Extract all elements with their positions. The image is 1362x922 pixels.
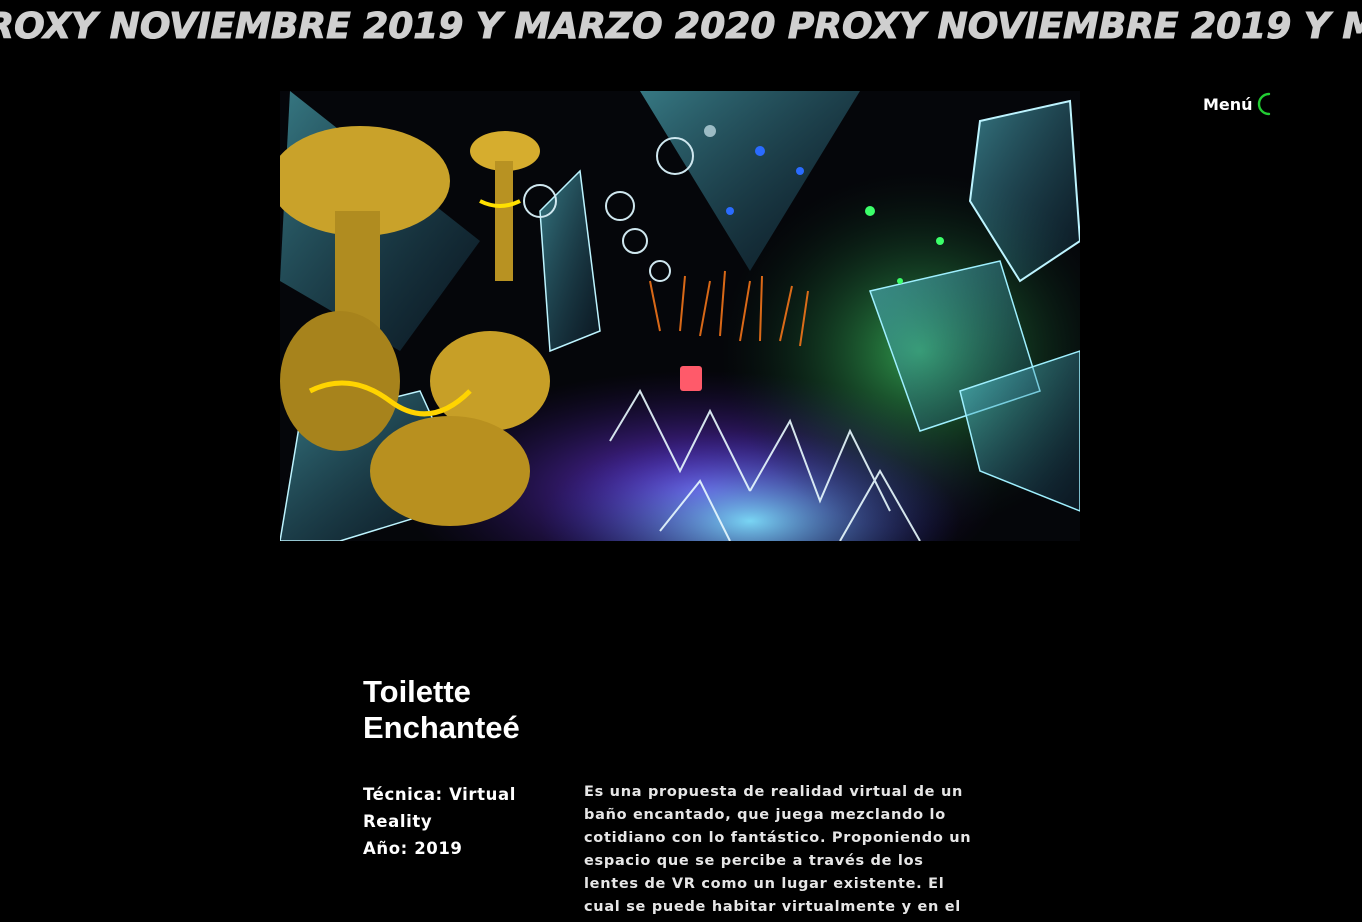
work-description: Es una propuesta de realidad virtual de … xyxy=(584,784,972,915)
menu-label: Menú xyxy=(1203,94,1253,114)
marquee-text: PROXY NOVIEMBRE 2019 Y MARZO 2020 PROXY … xyxy=(0,6,1362,48)
marquee-banner: PROXY NOVIEMBRE 2019 Y MARZO 2020 PROXY … xyxy=(0,0,1362,60)
work-year: Año: 2019 xyxy=(363,839,463,858)
vr-artwork-image xyxy=(280,91,1080,541)
hero-image xyxy=(280,91,1080,541)
menu-button[interactable]: Menú xyxy=(1203,92,1273,116)
work-title: Toilette Enchanteé xyxy=(363,674,520,745)
loader-ring-icon xyxy=(1257,92,1270,116)
work-meta: Técnica: Virtual Reality Año: 2019 xyxy=(363,781,563,862)
work-technique: Técnica: Virtual Reality xyxy=(363,785,516,831)
